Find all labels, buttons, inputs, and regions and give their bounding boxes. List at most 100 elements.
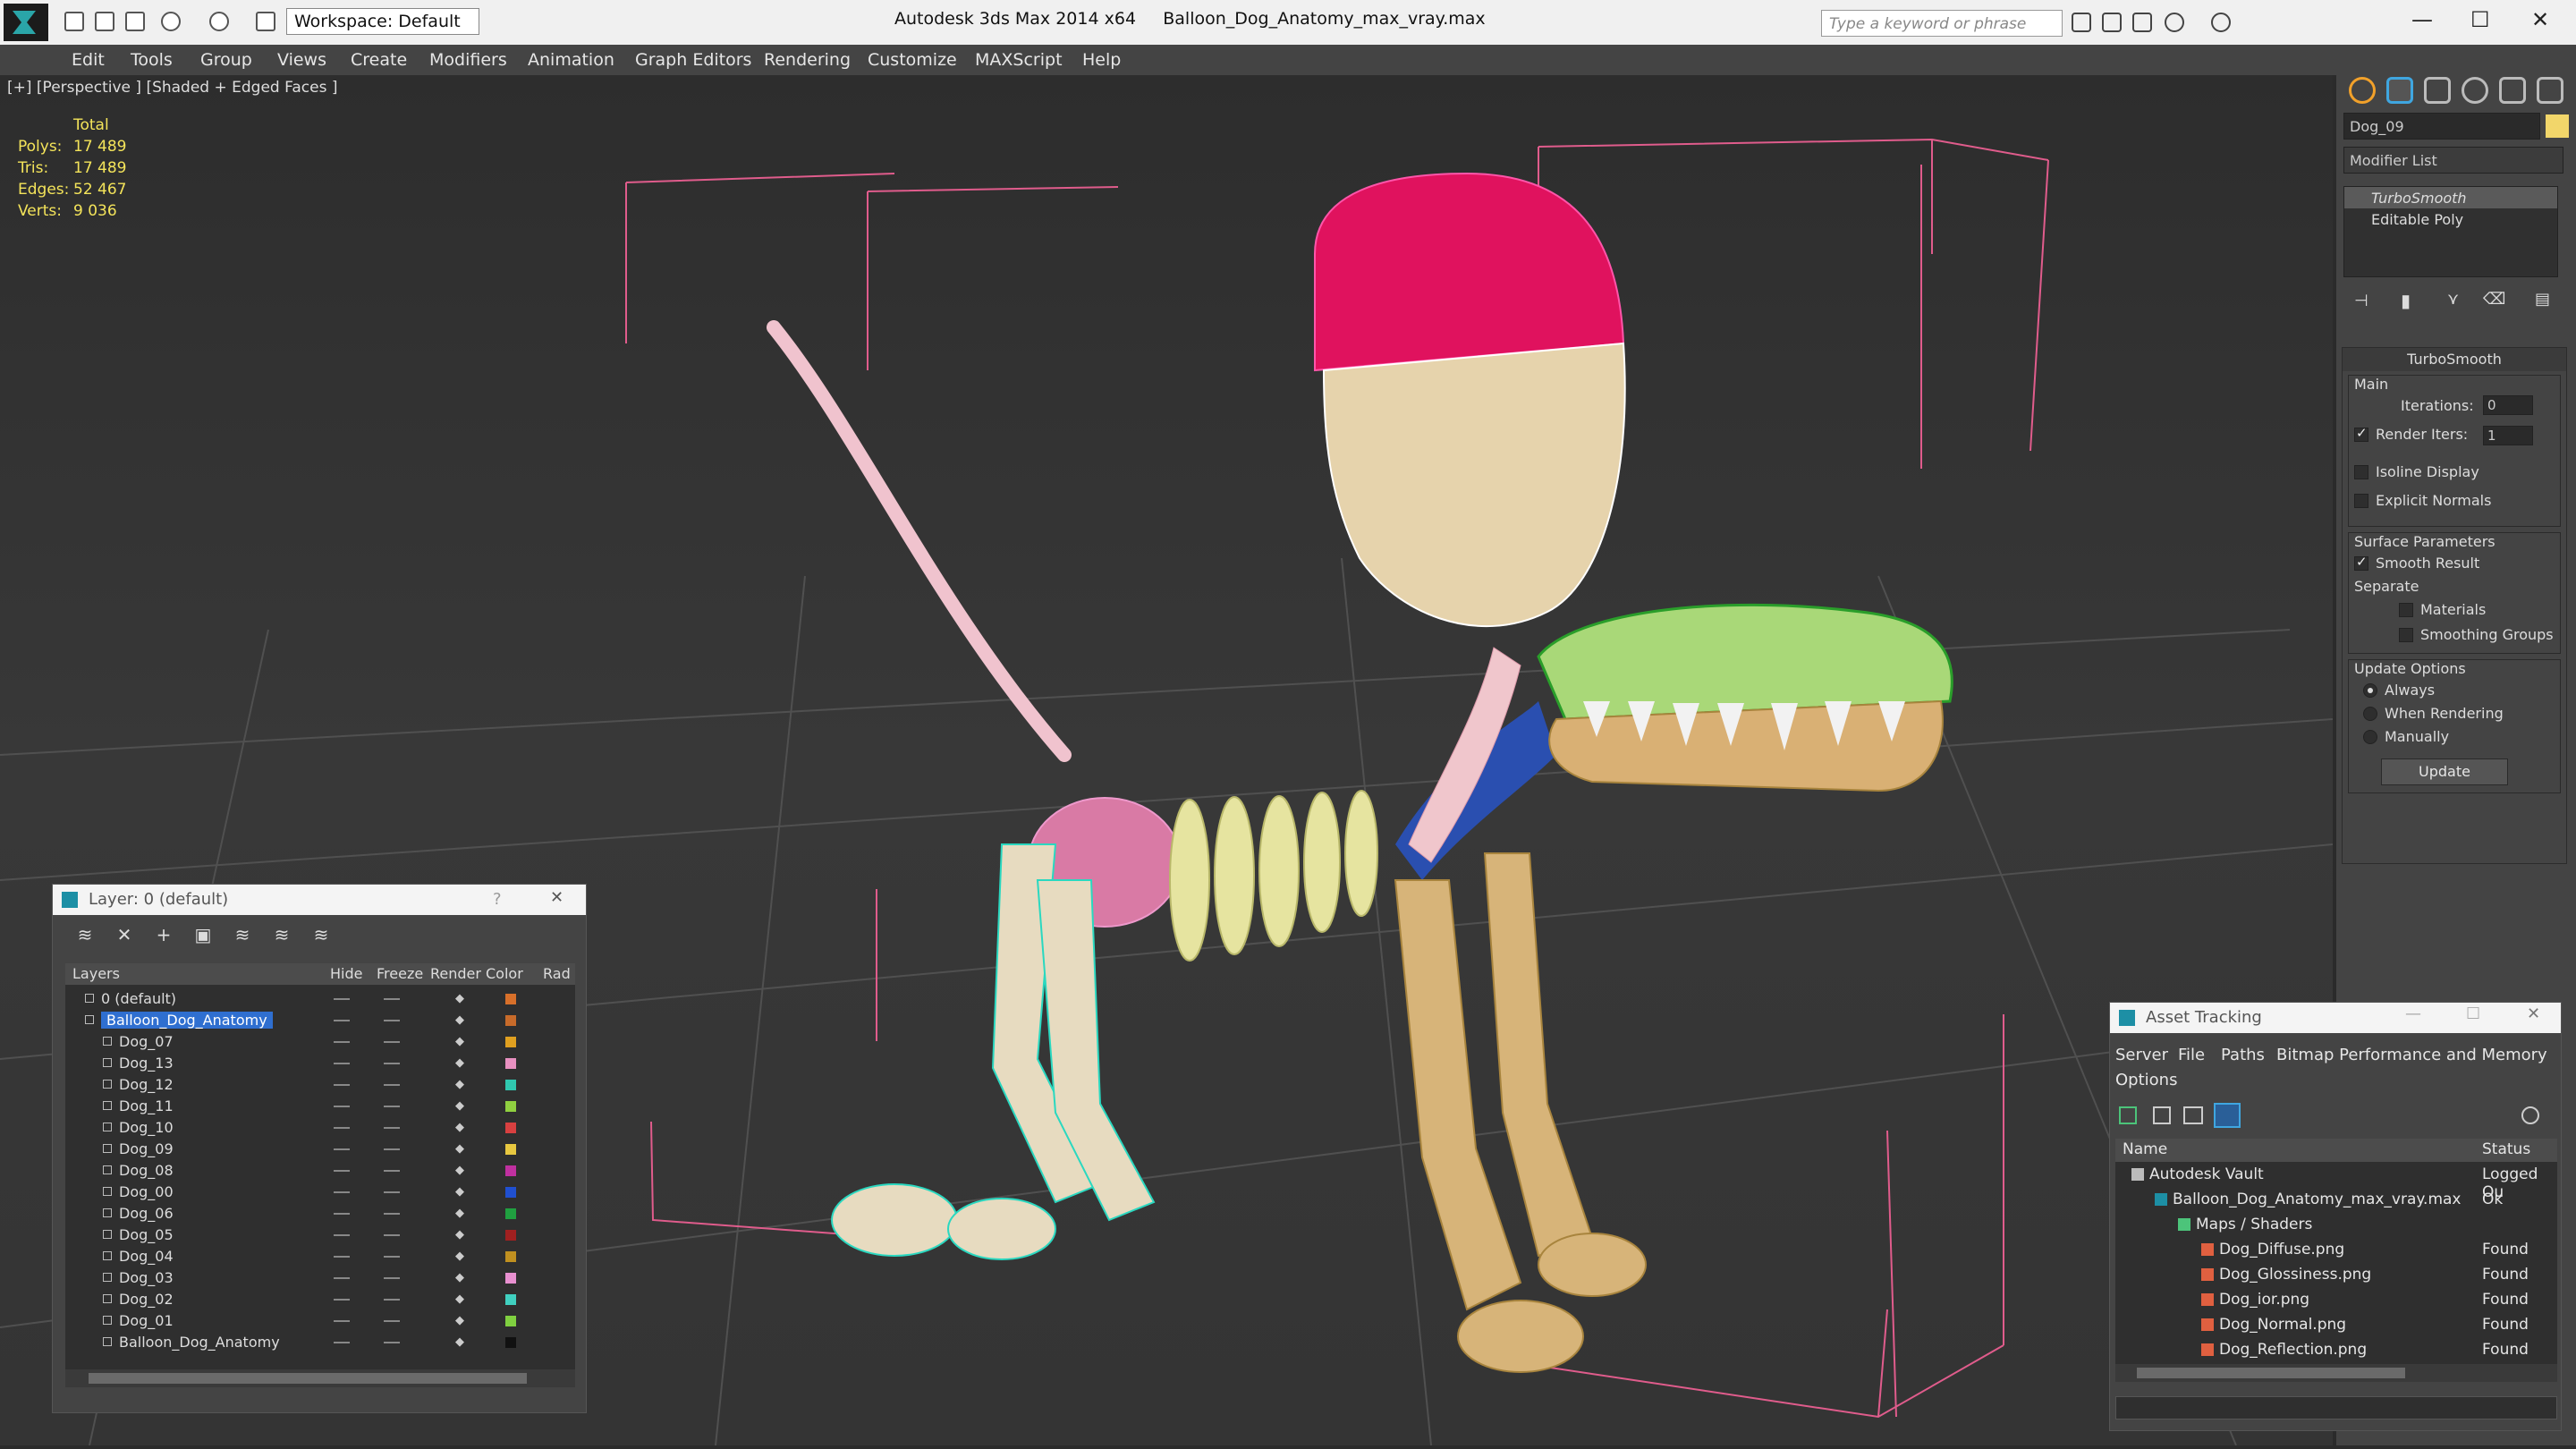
asset-menu-bitmap[interactable]: Bitmap Performance and Memory xyxy=(2276,1046,2547,1064)
new-layer-icon[interactable]: ≋ xyxy=(74,924,96,945)
asset-path-field[interactable] xyxy=(2115,1396,2557,1419)
workspace-dropdown[interactable]: Workspace: Default xyxy=(286,8,479,35)
col-color[interactable]: Color xyxy=(486,965,523,982)
isoline-display-checkbox[interactable] xyxy=(2354,465,2368,479)
maximize-button[interactable]: ☐ xyxy=(2470,7,2490,32)
asset-row[interactable]: Balloon_Dog_Anatomy_max_vray.max Ok xyxy=(2115,1189,2557,1212)
freeze-toggle[interactable] xyxy=(384,998,400,1000)
render-iters-checkbox[interactable] xyxy=(2354,425,2368,442)
redo-icon[interactable] xyxy=(209,12,229,31)
layer-row[interactable]: 0 (default) ◆ xyxy=(65,988,575,1010)
layer-help-button[interactable]: ? xyxy=(493,890,502,909)
close-button[interactable]: ✕ xyxy=(2531,7,2549,32)
project-folder-icon[interactable] xyxy=(256,12,275,31)
layer-name[interactable]: Dog_11 xyxy=(119,1097,174,1114)
asset-row[interactable]: Maps / Shaders xyxy=(2115,1214,2557,1237)
layer-row[interactable]: Dog_08 ◆ xyxy=(65,1160,575,1182)
hide-toggle[interactable] xyxy=(334,1191,350,1193)
hide-toggle[interactable] xyxy=(334,1320,350,1322)
freeze-toggle[interactable] xyxy=(384,1277,400,1279)
search-input[interactable]: Type a keyword or phrase xyxy=(1821,10,2063,37)
layer-color-swatch[interactable] xyxy=(505,1208,516,1219)
list-view-icon[interactable] xyxy=(2153,1106,2171,1124)
layer-color-swatch[interactable] xyxy=(505,1187,516,1198)
binoculars-icon[interactable] xyxy=(2072,13,2091,32)
freeze-toggle[interactable] xyxy=(384,1148,400,1150)
layer-color-swatch[interactable] xyxy=(505,1123,516,1133)
asset-row[interactable]: Dog_Normal.png Found xyxy=(2115,1314,2557,1337)
menu-customize[interactable]: Customize xyxy=(868,50,957,70)
layer-name[interactable]: Dog_07 xyxy=(119,1033,174,1050)
layer-row[interactable]: Dog_10 ◆ xyxy=(65,1117,575,1139)
render-teapot-icon[interactable]: ◆ xyxy=(455,1292,464,1306)
asset-menu-server[interactable]: Server xyxy=(2115,1046,2168,1064)
col-hide[interactable]: Hide xyxy=(330,965,362,982)
asset-tracking-titlebar[interactable]: Asset Tracking — ☐ ✕ xyxy=(2110,1003,2561,1033)
layer-name[interactable]: Dog_02 xyxy=(119,1291,174,1308)
layer-color-swatch[interactable] xyxy=(505,1101,516,1112)
freeze-toggle[interactable] xyxy=(384,1084,400,1086)
layer-row[interactable]: Balloon_Dog_Anatomy ◆ xyxy=(65,1332,575,1353)
materials-checkbox[interactable] xyxy=(2399,603,2413,617)
iterations-spinner[interactable]: 0 xyxy=(2483,395,2533,415)
layer-row[interactable]: Dog_12 ◆ xyxy=(65,1074,575,1096)
open-file-icon[interactable] xyxy=(95,12,114,31)
layer-color-swatch[interactable] xyxy=(505,1273,516,1284)
asset-menu-options[interactable]: Options xyxy=(2115,1071,2177,1089)
render-teapot-icon[interactable]: ◆ xyxy=(455,1335,464,1349)
layer-horizontal-scrollbar[interactable] xyxy=(65,1369,575,1387)
freeze-toggle[interactable] xyxy=(384,1342,400,1343)
layer-name[interactable]: Dog_12 xyxy=(119,1076,174,1093)
explicit-normals-checkbox[interactable] xyxy=(2354,494,2368,508)
configure-sets-icon[interactable]: ▤ xyxy=(2535,290,2550,309)
asset-minimize-button[interactable]: — xyxy=(2405,1004,2421,1023)
asset-menu-file[interactable]: File xyxy=(2178,1046,2205,1064)
hide-toggle[interactable] xyxy=(334,998,350,1000)
render-teapot-icon[interactable]: ◆ xyxy=(455,1228,464,1241)
asset-help-icon[interactable] xyxy=(2521,1106,2539,1124)
hide-toggle[interactable] xyxy=(334,1063,350,1064)
col-render[interactable]: Render xyxy=(430,965,481,982)
remove-modifier-icon[interactable]: ⌫ xyxy=(2483,290,2505,309)
layer-name[interactable]: Dog_08 xyxy=(119,1162,174,1179)
hide-toggle[interactable] xyxy=(334,1299,350,1301)
update-button[interactable]: Update xyxy=(2381,758,2508,785)
object-color-swatch[interactable] xyxy=(2546,114,2569,138)
subscription-icon[interactable] xyxy=(2102,13,2122,32)
layer-color-swatch[interactable] xyxy=(505,1015,516,1026)
make-unique-icon[interactable]: ⋎ xyxy=(2447,290,2459,309)
asset-row[interactable]: Dog_Glossiness.png Found xyxy=(2115,1264,2557,1287)
render-teapot-icon[interactable]: ◆ xyxy=(455,1142,464,1156)
layer-name[interactable]: Dog_04 xyxy=(119,1248,174,1265)
menu-help[interactable]: Help xyxy=(1082,50,1121,70)
menu-maxscript[interactable]: MAXScript xyxy=(975,50,1063,70)
hide-toggle[interactable] xyxy=(334,1234,350,1236)
render-teapot-icon[interactable]: ◆ xyxy=(455,1078,464,1091)
render-teapot-icon[interactable]: ◆ xyxy=(455,1035,464,1048)
layer-name[interactable]: Balloon_Dog_Anatomy xyxy=(119,1334,280,1351)
layer-row[interactable]: Dog_02 ◆ xyxy=(65,1289,575,1310)
layer-row[interactable]: Dog_00 ◆ xyxy=(65,1182,575,1203)
col-name[interactable]: Name xyxy=(2123,1140,2167,1158)
add-to-layer-icon[interactable]: + xyxy=(153,924,174,945)
hide-toggle[interactable] xyxy=(334,1020,350,1021)
col-status[interactable]: Status xyxy=(2482,1140,2530,1158)
pin-stack-icon[interactable]: ⊣ xyxy=(2354,292,2368,310)
asset-horizontal-scrollbar[interactable] xyxy=(2115,1364,2557,1382)
render-teapot-icon[interactable]: ◆ xyxy=(455,1099,464,1113)
layer-row[interactable]: Dog_06 ◆ xyxy=(65,1203,575,1224)
freeze-toggle[interactable] xyxy=(384,1063,400,1064)
hide-toggle[interactable] xyxy=(334,1127,350,1129)
layer-color-swatch[interactable] xyxy=(505,1251,516,1262)
freeze-all-icon[interactable]: ≋ xyxy=(310,924,332,945)
layer-name[interactable]: Dog_00 xyxy=(119,1183,174,1200)
layer-row[interactable]: Dog_07 ◆ xyxy=(65,1031,575,1053)
new-file-icon[interactable] xyxy=(64,12,84,31)
delete-layer-icon[interactable]: ✕ xyxy=(114,924,135,945)
highlight-layer-icon[interactable]: ≋ xyxy=(232,924,253,945)
layer-row[interactable]: Dog_13 ◆ xyxy=(65,1053,575,1074)
freeze-toggle[interactable] xyxy=(384,1041,400,1043)
hide-toggle[interactable] xyxy=(334,1256,350,1258)
asset-row[interactable]: Dog_Diffuse.png Found xyxy=(2115,1239,2557,1262)
undo-icon[interactable] xyxy=(161,12,181,31)
